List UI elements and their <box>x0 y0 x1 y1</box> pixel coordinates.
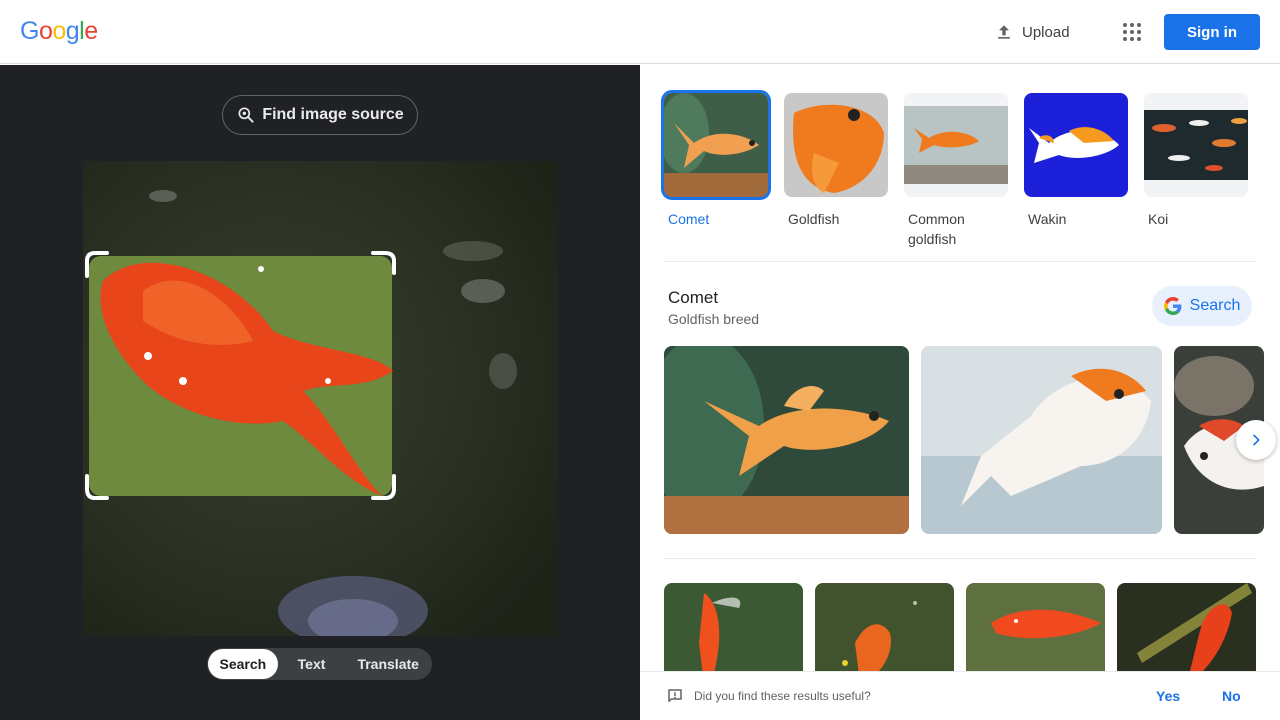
google-logo[interactable]: Google <box>20 17 98 46</box>
entity-search-button[interactable]: Search <box>1152 286 1252 326</box>
entity-image-carousel <box>664 346 1264 534</box>
sign-in-button[interactable]: Sign in <box>1164 14 1260 50</box>
chip-thumbnail <box>661 90 771 200</box>
google-g-icon <box>1163 297 1182 315</box>
feedback-icon <box>668 689 682 702</box>
upload-label: Upload <box>1022 23 1070 41</box>
image-search-icon <box>238 107 254 123</box>
mode-translate-button[interactable]: Translate <box>345 649 431 679</box>
find-image-source-label: Find image source <box>262 106 404 123</box>
top-bar: Google Upload Sign in <box>0 0 1280 64</box>
chip-common-goldfish[interactable]: Common goldfish <box>904 93 1008 249</box>
carousel-next-button[interactable] <box>1236 420 1276 460</box>
mode-text-button[interactable]: Text <box>278 649 346 679</box>
chip-thumbnail <box>784 93 888 197</box>
divider <box>664 558 1256 559</box>
feedback-question: Did you find these results useful? <box>694 689 871 703</box>
chip-wakin[interactable]: Wakin <box>1024 93 1128 249</box>
chevron-right-icon <box>1253 434 1260 446</box>
chip-thumbnail <box>904 93 1008 197</box>
apps-button[interactable] <box>1116 16 1148 48</box>
divider <box>664 261 1256 262</box>
chip-label: Koi <box>1148 211 1169 227</box>
entity-chips: Comet Goldfish Common goldfish Wakin Koi <box>661 90 1248 249</box>
logo-letter: e <box>84 17 98 45</box>
results-panel: Comet Goldfish Common goldfish Wakin Koi… <box>640 65 1280 720</box>
chip-label: Wakin <box>1028 211 1067 227</box>
upload-button[interactable]: Upload <box>986 14 1082 50</box>
entity-search-label: Search <box>1189 297 1241 314</box>
chip-koi[interactable]: Koi <box>1144 93 1248 249</box>
logo-letter: o <box>38 17 53 45</box>
find-image-source-button[interactable]: Find image source <box>222 95 418 135</box>
chip-label: Comet <box>668 211 710 227</box>
apps-grid-icon <box>1123 23 1141 41</box>
chip-goldfish[interactable]: Goldfish <box>784 93 888 249</box>
carousel-image[interactable] <box>664 346 909 534</box>
chip-comet[interactable]: Comet <box>661 90 771 249</box>
carousel-image[interactable] <box>921 346 1162 534</box>
entity-title: Comet <box>668 288 719 307</box>
query-image-panel: Find image source Search Text Translate <box>0 65 640 720</box>
feedback-bar: Did you find these results useful? Yes N… <box>640 671 1280 720</box>
chip-thumbnail <box>1024 93 1128 197</box>
entity-subtitle: Goldfish breed <box>668 311 760 327</box>
visual-match-image[interactable] <box>815 583 954 683</box>
feedback-no-button[interactable]: No <box>1222 688 1241 704</box>
logo-letter: g <box>65 17 80 45</box>
feedback-yes-button[interactable]: Yes <box>1156 688 1180 704</box>
upload-icon <box>998 25 1010 39</box>
lens-mode-switch: Search Text Translate <box>207 648 432 680</box>
logo-letter: G <box>20 17 39 45</box>
visual-match-image[interactable] <box>664 583 803 683</box>
chip-thumbnail <box>1144 93 1248 197</box>
mode-search-button[interactable]: Search <box>208 649 278 679</box>
chip-label: Goldfish <box>788 211 840 227</box>
query-image <box>83 161 558 636</box>
logo-letter: o <box>52 17 66 45</box>
visual-matches-grid <box>664 583 1256 683</box>
chip-label: Common goldfish <box>908 211 965 247</box>
visual-match-image[interactable] <box>1117 583 1256 683</box>
visual-match-image[interactable] <box>966 583 1105 683</box>
